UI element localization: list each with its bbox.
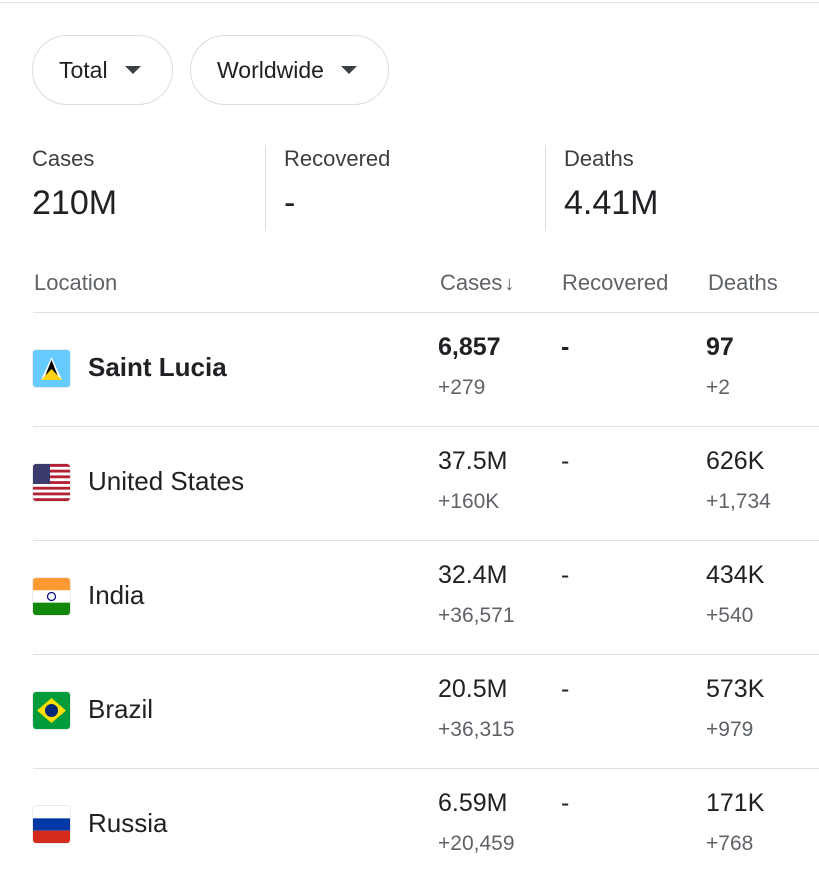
india-flag-icon (33, 578, 70, 615)
deaths-new-value: +1,734 (706, 490, 771, 513)
table-header: Location Cases ↓ Recovered Deaths (33, 268, 819, 298)
russia-flag-icon (33, 806, 70, 843)
filter-bar: Total Worldwide (32, 35, 389, 105)
sort-down-arrow-icon: ↓ (504, 273, 515, 295)
summary-divider (265, 145, 266, 231)
table-row[interactable]: India 32.4M +36,571 - 434K +540 (0, 540, 819, 654)
cases-value: 32.4M (438, 561, 508, 589)
saint-lucia-flag-icon (33, 350, 70, 387)
table-row[interactable]: Russia 6.59M +20,459 - 171K +768 (0, 768, 819, 882)
column-header-deaths[interactable]: Deaths (708, 268, 778, 298)
table-row[interactable]: United States 37.5M +160K - 626K +1,734 (0, 426, 819, 540)
table-row[interactable]: Brazil 20.5M +36,315 - 573K +979 (0, 654, 819, 768)
summary-recovered-label: Recovered (284, 146, 391, 171)
recovered-value: - (561, 675, 570, 703)
deaths-new-value: +540 (706, 604, 754, 627)
cases-new-value: +36,315 (438, 718, 515, 741)
top-divider (0, 2, 819, 3)
deaths-value: 171K (706, 789, 765, 817)
recovered-value: - (561, 333, 570, 361)
summary-recovered: Recovered - (284, 145, 390, 223)
summary-stats: Cases 210M Recovered - Deaths 4.41M (0, 145, 819, 231)
deaths-value: 626K (706, 447, 765, 475)
summary-deaths-value: 4.41M (564, 184, 659, 222)
deaths-new-value: +768 (706, 832, 754, 855)
recovered-value: - (561, 789, 570, 817)
column-header-location[interactable]: Location (34, 268, 117, 298)
column-header-cases-label: Cases (440, 270, 503, 295)
cases-value: 20.5M (438, 675, 508, 703)
summary-cases: Cases 210M (32, 145, 117, 223)
region-filter-label: Worldwide (217, 56, 324, 83)
country-name: United States (88, 466, 245, 496)
deaths-value: 97 (706, 333, 734, 361)
cases-value: 6,857 (438, 333, 501, 361)
caret-down-icon (124, 66, 141, 74)
country-name: Russia (88, 808, 168, 838)
cases-value: 37.5M (438, 447, 508, 475)
deaths-value: 573K (706, 675, 765, 703)
country-name: Brazil (88, 694, 154, 724)
summary-deaths: Deaths 4.41M (564, 145, 659, 223)
recovered-value: - (561, 561, 570, 589)
deaths-new-value: +2 (706, 376, 730, 399)
summary-divider (545, 145, 546, 231)
brazil-flag-icon (33, 692, 70, 729)
deaths-new-value: +979 (706, 718, 754, 741)
summary-cases-value: 210M (32, 184, 118, 222)
recovered-value: - (561, 447, 570, 475)
region-filter-dropdown[interactable]: Worldwide (190, 35, 389, 105)
cases-new-value: +36,571 (438, 604, 515, 627)
column-header-cases[interactable]: Cases ↓ (440, 268, 514, 299)
united-states-flag-icon (33, 464, 70, 501)
caret-down-icon (340, 66, 357, 74)
table-row[interactable]: Saint Lucia 6,857 +279 - 97 +2 (0, 312, 819, 426)
summary-recovered-value: - (284, 184, 296, 222)
country-name: India (88, 580, 145, 610)
column-header-recovered[interactable]: Recovered (562, 268, 668, 298)
total-filter-label: Total (59, 56, 108, 83)
cases-new-value: +160K (438, 490, 500, 513)
summary-cases-label: Cases (32, 146, 95, 171)
cases-new-value: +279 (438, 376, 486, 399)
cases-new-value: +20,459 (438, 832, 515, 855)
summary-deaths-label: Deaths (564, 146, 634, 171)
total-filter-dropdown[interactable]: Total (32, 35, 173, 105)
deaths-value: 434K (706, 561, 765, 589)
country-name: Saint Lucia (88, 352, 227, 382)
cases-value: 6.59M (438, 789, 508, 817)
